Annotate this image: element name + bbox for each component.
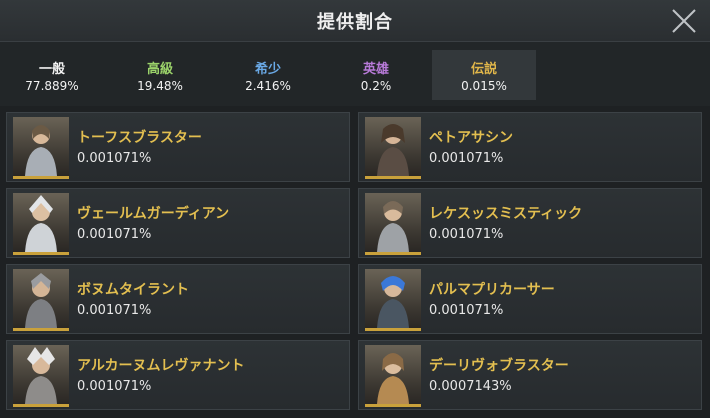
item-rate: 0.001071%: [429, 151, 504, 166]
item-name: パルマプリカーサー: [429, 282, 555, 298]
list-item[interactable]: トーフスブラスター 0.001071%: [6, 112, 350, 182]
tab-common[interactable]: 一般 77.889%: [0, 50, 104, 100]
tab-rate: 19.48%: [137, 79, 183, 93]
tab-heroic[interactable]: 英雄 0.2%: [324, 50, 428, 100]
character-icon: [377, 124, 409, 176]
list-item[interactable]: パルマプリカーサー 0.001071%: [358, 264, 702, 334]
tab-advanced[interactable]: 高級 19.48%: [108, 50, 212, 100]
page-title: 提供割合: [317, 12, 393, 33]
tab-label: 希少: [254, 62, 281, 77]
list-item[interactable]: ボヌムタイラント 0.001071%: [6, 264, 350, 334]
character-portrait: [13, 269, 69, 331]
list-item[interactable]: アルカーヌムレヴァナント 0.001071%: [6, 340, 350, 410]
character-portrait: [13, 345, 69, 407]
tab-rate: 77.889%: [25, 79, 79, 93]
item-name: デーリヴォブラスター: [429, 358, 569, 374]
character-icon: [25, 125, 57, 176]
tab-rate: 0.015%: [461, 79, 507, 93]
item-rate: 0.001071%: [77, 303, 152, 318]
tab-label: 英雄: [362, 62, 389, 77]
character-portrait: [365, 117, 421, 179]
character-portrait: [365, 269, 421, 331]
item-name: ボヌムタイラント: [77, 282, 189, 298]
item-grid: トーフスブラスター 0.001071% ペトアサシン 0.001071% ヴェー…: [0, 106, 710, 418]
item-rate: 0.001071%: [77, 227, 152, 242]
item-rate: 0.001071%: [429, 303, 504, 318]
item-rate: 0.0007143%: [429, 379, 512, 394]
tab-rare[interactable]: 希少 2.416%: [216, 50, 320, 100]
character-portrait: [365, 345, 421, 407]
character-icon: [377, 353, 409, 404]
tab-label: 一般: [38, 62, 65, 77]
close-icon: [672, 9, 696, 33]
item-rate: 0.001071%: [429, 227, 504, 242]
item-name: レケスッスミスティック: [429, 206, 583, 222]
tab-label: 伝説: [470, 62, 497, 77]
item-name: トーフスブラスター: [77, 130, 202, 146]
list-item[interactable]: レケスッスミスティック 0.001071%: [358, 188, 702, 258]
list-item[interactable]: デーリヴォブラスター 0.0007143%: [358, 340, 702, 410]
item-rate: 0.001071%: [77, 151, 152, 166]
item-name: ペトアサシン: [429, 130, 513, 146]
item-name: アルカーヌムレヴァナント: [77, 358, 245, 374]
character-icon: [377, 276, 409, 328]
character-portrait: [13, 193, 69, 255]
close-button[interactable]: [668, 6, 700, 36]
rarity-tabs: 一般 77.889% 高級 19.48% 希少 2.416% 英雄 0.2% 伝…: [0, 42, 710, 106]
character-icon: [377, 201, 409, 252]
character-icon: [25, 347, 57, 404]
character-portrait: [13, 117, 69, 179]
list-item[interactable]: ヴェールムガーディアン 0.001071%: [6, 188, 350, 258]
character-icon: [25, 273, 57, 328]
character-portrait: [365, 193, 421, 255]
tab-rate: 2.416%: [245, 79, 291, 93]
item-name: ヴェールムガーディアン: [77, 206, 230, 222]
item-rate: 0.001071%: [77, 379, 152, 394]
header-bar: 提供割合: [0, 0, 710, 42]
character-icon: [25, 195, 57, 252]
tab-legendary[interactable]: 伝説 0.015%: [432, 50, 536, 100]
list-item[interactable]: ペトアサシン 0.001071%: [358, 112, 702, 182]
tab-label: 高級: [146, 62, 173, 77]
tab-rate: 0.2%: [360, 79, 392, 93]
